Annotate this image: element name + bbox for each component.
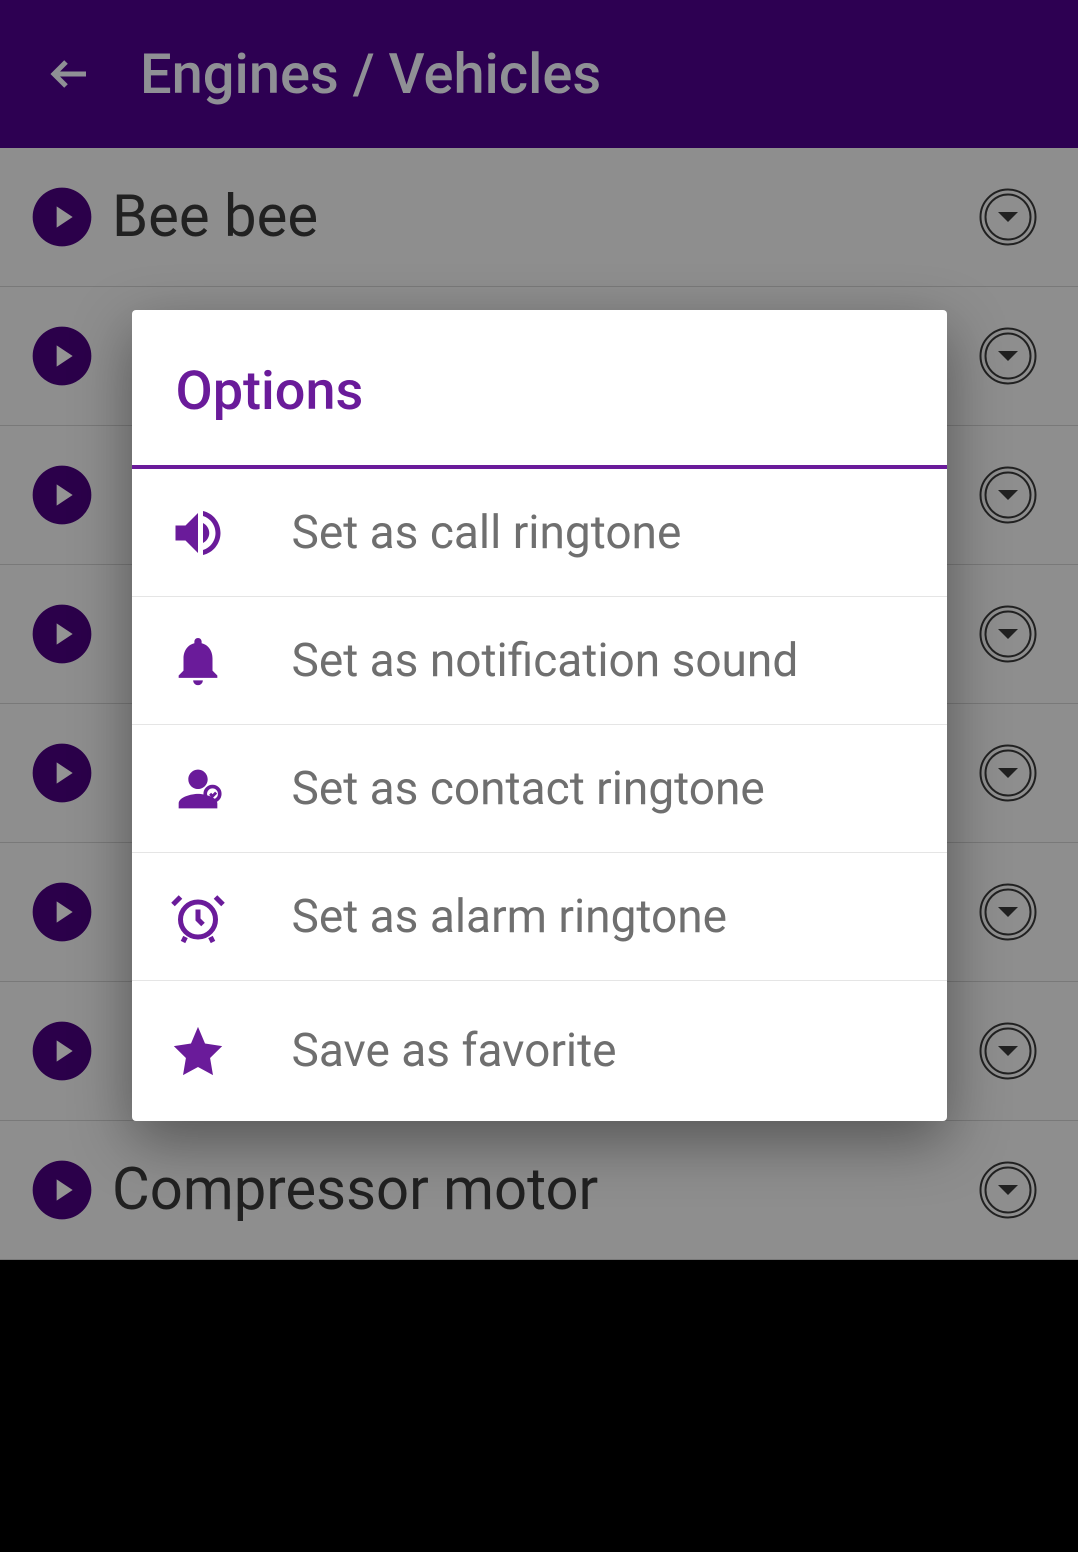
arrow-left-icon bbox=[46, 50, 94, 98]
star-icon bbox=[168, 1021, 228, 1081]
alarm-icon bbox=[168, 887, 228, 947]
option-label: Set as contact ringtone bbox=[292, 762, 765, 816]
option-label: Set as alarm ringtone bbox=[292, 890, 728, 944]
option-alarm-ringtone[interactable]: Set as alarm ringtone bbox=[132, 853, 947, 981]
dialog-title-row: Options bbox=[132, 310, 947, 469]
option-notification-sound[interactable]: Set as notification sound bbox=[132, 597, 947, 725]
back-button[interactable] bbox=[30, 34, 110, 114]
option-contact-ringtone[interactable]: Set as contact ringtone bbox=[132, 725, 947, 853]
page-title: Engines / Vehicles bbox=[140, 41, 601, 107]
modal-overlay[interactable]: Options Set as call ringtone Set as noti… bbox=[0, 148, 1078, 1552]
dialog-title: Options bbox=[176, 360, 903, 423]
person-icon bbox=[168, 759, 228, 819]
bell-icon bbox=[168, 631, 228, 691]
volume-icon bbox=[168, 503, 228, 563]
option-label: Set as call ringtone bbox=[292, 506, 682, 560]
option-call-ringtone[interactable]: Set as call ringtone bbox=[132, 469, 947, 597]
header: Engines / Vehicles bbox=[0, 0, 1078, 148]
option-label: Set as notification sound bbox=[292, 634, 799, 688]
options-dialog: Options Set as call ringtone Set as noti… bbox=[132, 310, 947, 1121]
option-label: Save as favorite bbox=[292, 1024, 617, 1078]
option-save-favorite[interactable]: Save as favorite bbox=[132, 981, 947, 1121]
options-list: Set as call ringtone Set as notification… bbox=[132, 469, 947, 1121]
